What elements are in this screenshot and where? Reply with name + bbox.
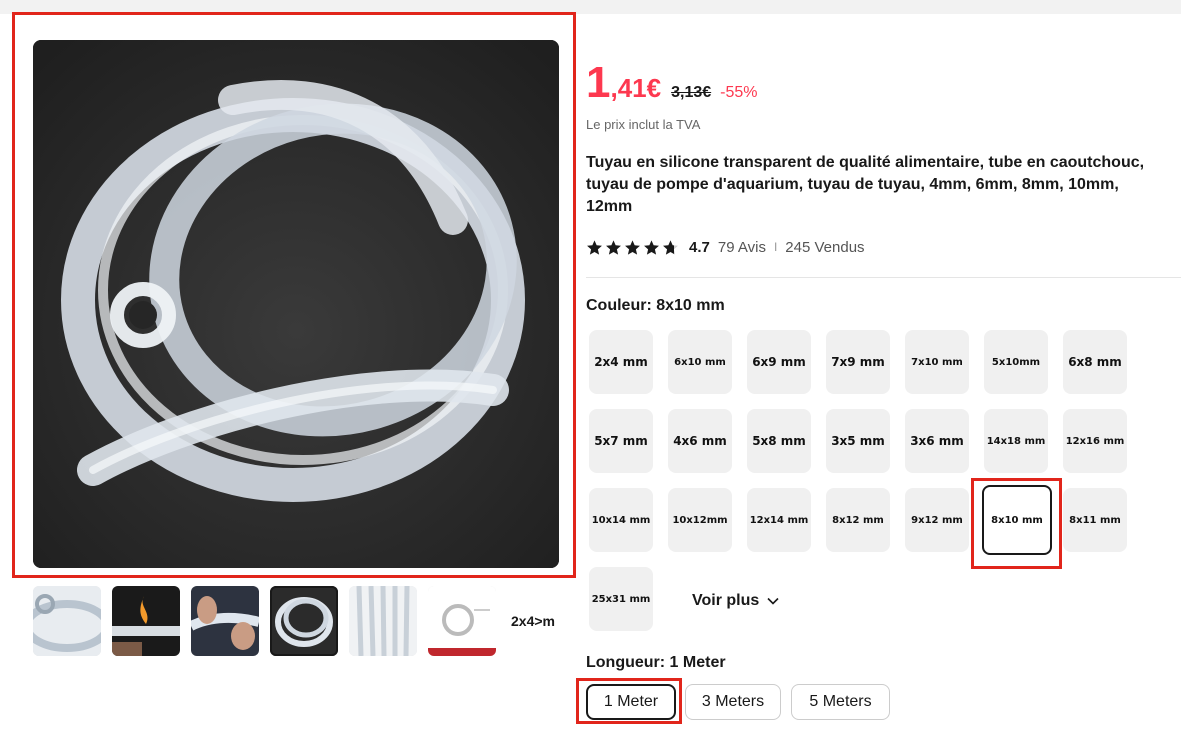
thumbnail-size-text: 2x4>m (511, 613, 555, 629)
length-label: Longueur: 1 Meter (586, 654, 726, 672)
sku-option[interactable]: 10x12mm (668, 488, 732, 552)
see-more-button[interactable]: Voir plus (692, 592, 779, 610)
sku-option[interactable]: 8x11 mm (1063, 488, 1127, 552)
sku-option[interactable]: 8x12 mm (826, 488, 890, 552)
color-label-value: 8x10 mm (656, 297, 725, 314)
product-title-line: Tuyau en silicone transparent de qualité… (586, 154, 1145, 171)
product-title: Tuyau en silicone transparent de qualité… (586, 152, 1181, 218)
sku-option-selected[interactable]: 8x10 mm (982, 485, 1052, 555)
product-title-line: tuyau de pompe d'aquarium, tuyau de tuya… (586, 176, 1119, 193)
vat-note: Le prix inclut la TVA (586, 117, 701, 132)
sku-option[interactable]: 3x5 mm (826, 409, 890, 473)
sku-option[interactable]: 7x9 mm (826, 330, 890, 394)
sku-option[interactable]: 12x14 mm (747, 488, 811, 552)
product-title-line: 12mm (586, 198, 633, 215)
price-integer: 1 (586, 58, 611, 107)
thumb-tube-closeup[interactable] (33, 586, 101, 656)
sku-option[interactable]: 7x10 mm (905, 330, 969, 394)
sku-option[interactable]: 14x18 mm (984, 409, 1048, 473)
length-label-text: Longueur: (586, 654, 670, 671)
sku-option[interactable]: 6x9 mm (747, 330, 811, 394)
reviews-link[interactable]: 79 Avis (718, 239, 766, 256)
thumb-hand-bending[interactable] (191, 586, 259, 656)
thumb-tube-coil[interactable] (270, 586, 338, 656)
rating-row: 4.7 79 Avis I 245 Vendus (586, 236, 865, 258)
length-option-selected[interactable]: 1 Meter (586, 684, 676, 720)
sku-option[interactable]: 5x10mm (984, 330, 1048, 394)
thumbnail-strip: 2x4>m (33, 586, 559, 656)
thumb-tube-bundle[interactable] (349, 586, 417, 656)
length-label-value: 1 Meter (669, 654, 726, 671)
sku-option[interactable]: 9x12 mm (905, 488, 969, 552)
star-icon (625, 239, 640, 255)
rating-value: 4.7 (689, 238, 710, 256)
sku-option[interactable]: 12x16 mm (1063, 409, 1127, 473)
original-price: 3,13€ (671, 84, 712, 101)
star-icon (587, 239, 602, 255)
sku-option[interactable]: 3x6 mm (905, 409, 969, 473)
star-rating (586, 239, 679, 256)
sold-count: 245 Vendus (785, 238, 865, 256)
separator: I (773, 240, 778, 254)
length-option[interactable]: 3 Meters (685, 684, 781, 720)
sku-option[interactable]: 2x4 mm (589, 330, 653, 394)
sku-option[interactable]: 10x14 mm (589, 488, 653, 552)
price-block: 1 ,41€ 3,13€ -55% (586, 58, 758, 108)
sku-option[interactable]: 25x31 mm (589, 567, 653, 631)
sku-option[interactable]: 6x10 mm (668, 330, 732, 394)
price-decimal: ,41€ (610, 73, 662, 103)
half-star-icon (663, 239, 678, 255)
color-label-text: Couleur: (586, 297, 657, 314)
sku-option[interactable]: 6x8 mm (1063, 330, 1127, 394)
color-label: Couleur: 8x10 mm (586, 297, 725, 315)
see-more-label: Voir plus (692, 592, 760, 609)
thumb-size-diagram[interactable] (428, 586, 496, 656)
thumb-flame-temperature[interactable] (112, 586, 180, 656)
sku-option[interactable]: 4x6 mm (668, 409, 732, 473)
chevron-down-icon (767, 597, 779, 605)
star-icon (644, 239, 659, 255)
discount-badge: -55% (720, 84, 758, 101)
sku-option[interactable]: 5x7 mm (589, 409, 653, 473)
color-options: 2x4 mm 6x10 mm 6x9 mm 7x9 mm 7x10 mm 5x1… (589, 330, 1181, 635)
silicone-tube-coil-photo (33, 40, 559, 568)
length-option[interactable]: 5 Meters (791, 684, 890, 720)
star-icon (606, 239, 621, 255)
main-product-image[interactable] (33, 40, 559, 568)
sku-option[interactable]: 5x8 mm (747, 409, 811, 473)
divider (586, 277, 1181, 278)
